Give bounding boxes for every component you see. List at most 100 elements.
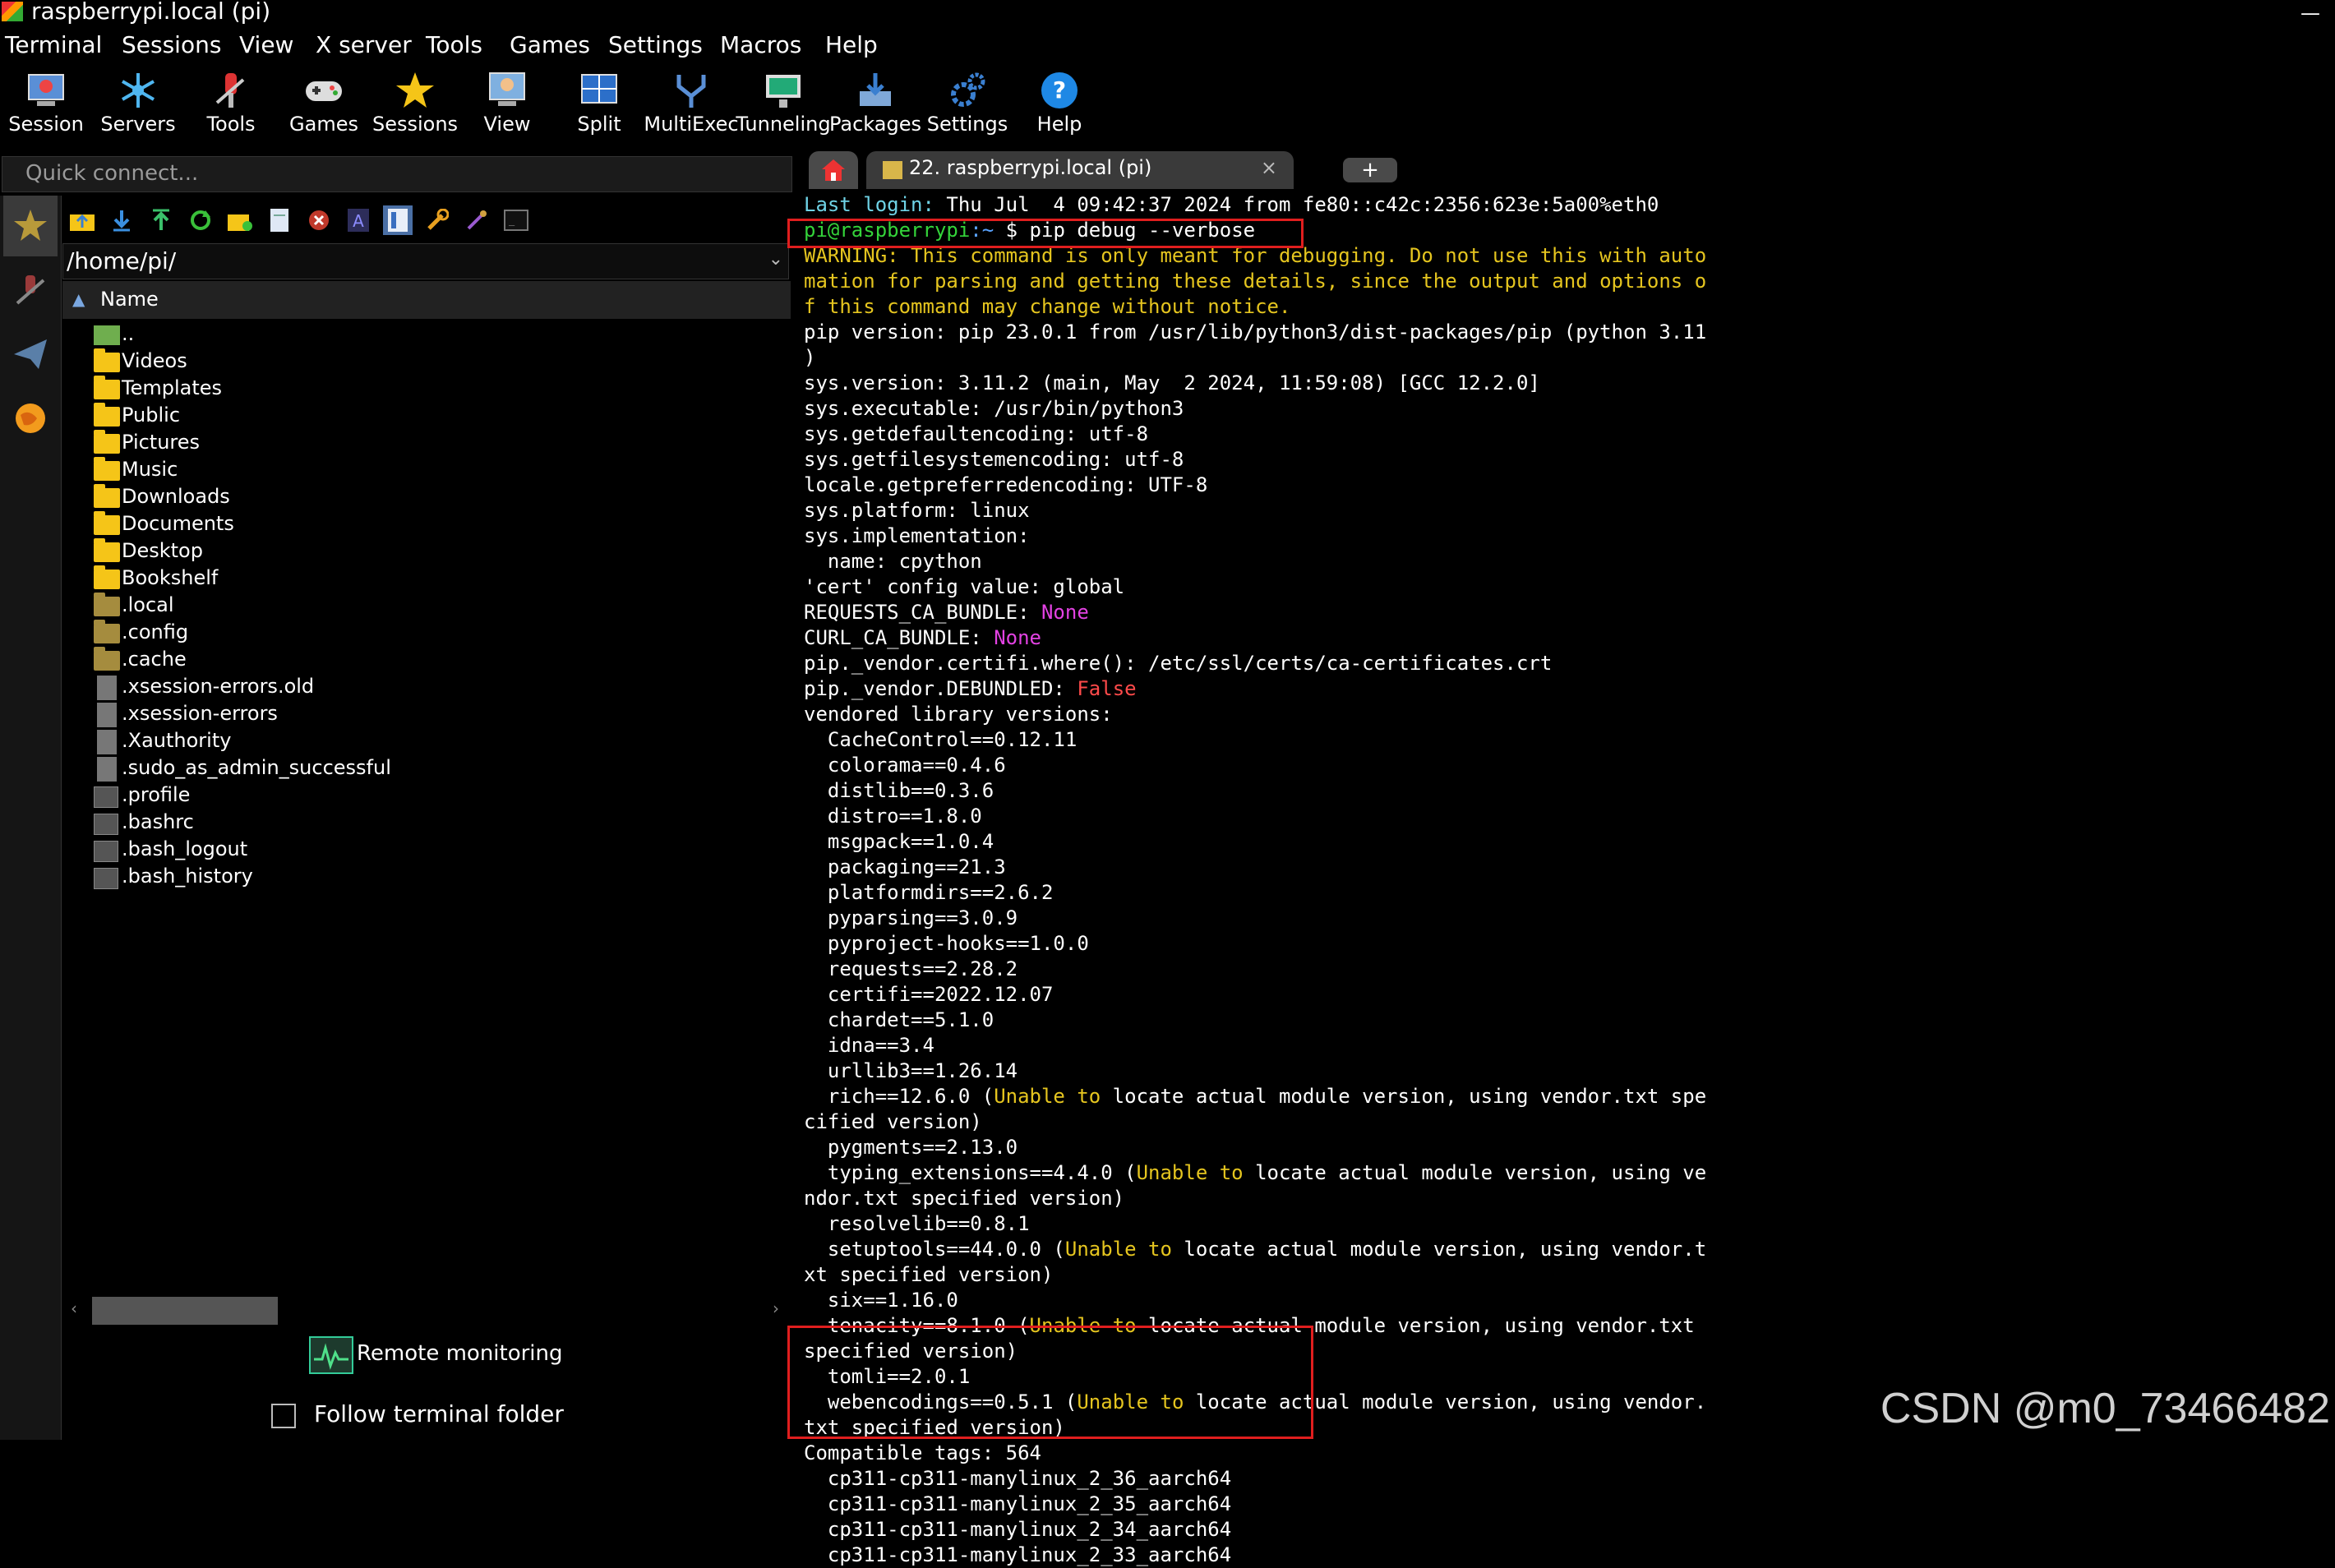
scroll-right-arrow-icon[interactable]: › bbox=[773, 1298, 779, 1318]
follow-terminal-folder-label: Follow terminal folder bbox=[314, 1400, 564, 1427]
rename-icon[interactable]: A bbox=[344, 205, 373, 235]
terminal-text-segment: requests==2.28.2 bbox=[804, 957, 1018, 980]
file-list-item[interactable]: .Xauthority bbox=[92, 729, 750, 756]
session-button[interactable]: Session bbox=[5, 67, 87, 145]
path-field[interactable]: /home/pi/ ⌄ bbox=[62, 243, 789, 279]
file-list-item[interactable]: Desktop bbox=[92, 538, 750, 566]
scrollbar-thumb[interactable] bbox=[92, 1297, 278, 1325]
remote-monitoring-button[interactable]: Remote monitoring bbox=[309, 1336, 638, 1374]
quick-connect-input[interactable] bbox=[24, 160, 767, 187]
terminal-line: typing_extensions==4.4.0 (Unable to loca… bbox=[804, 1160, 1706, 1186]
tunneling-button[interactable]: Tunneling bbox=[736, 67, 831, 145]
file-list-item[interactable]: Pictures bbox=[92, 430, 750, 458]
column-header-name[interactable]: ▲ Name bbox=[62, 281, 791, 319]
servers-button[interactable]: Servers bbox=[97, 67, 179, 145]
file-list-item[interactable]: .local bbox=[92, 593, 750, 620]
menu-terminal[interactable]: Terminal bbox=[5, 31, 102, 58]
terminal-text-segment: rich==12.6.0 ( bbox=[804, 1085, 994, 1108]
file-name: .bashrc bbox=[122, 810, 194, 833]
parent-folder-icon[interactable] bbox=[67, 205, 97, 235]
toggle-hidden-files-icon[interactable] bbox=[383, 205, 413, 235]
file-list-item[interactable]: Music bbox=[92, 457, 750, 485]
file-list-item[interactable]: .sudo_as_admin_successful bbox=[92, 756, 750, 783]
download-icon[interactable] bbox=[107, 205, 136, 235]
home-tab[interactable] bbox=[809, 151, 858, 189]
terminal-line: rich==12.6.0 (Unable to locate actual mo… bbox=[804, 1084, 1706, 1109]
open-with-icon[interactable] bbox=[462, 205, 491, 235]
split-button[interactable]: Split bbox=[558, 67, 640, 145]
gear-icon bbox=[946, 69, 989, 112]
delete-icon[interactable] bbox=[304, 205, 334, 235]
permissions-wrench-icon[interactable] bbox=[422, 205, 452, 235]
file-icon bbox=[94, 786, 118, 808]
file-list-item[interactable]: .xsession-errors.old bbox=[92, 675, 750, 702]
sftp-tab[interactable] bbox=[3, 388, 58, 449]
file-list-item[interactable]: .xsession-errors bbox=[92, 702, 750, 729]
file-list-item[interactable]: .bash_history bbox=[92, 865, 750, 892]
file-list-item[interactable]: .config bbox=[92, 620, 750, 648]
svg-text:_: _ bbox=[509, 214, 515, 226]
file-list-item[interactable]: .. bbox=[92, 322, 750, 349]
new-folder-icon[interactable] bbox=[225, 205, 255, 235]
file-list-item[interactable]: .cache bbox=[92, 647, 750, 675]
file-list-item[interactable]: .profile bbox=[92, 783, 750, 810]
terminal-text-segment: sys.getdefaultencoding: utf-8 bbox=[804, 422, 1149, 445]
scroll-left-arrow-icon[interactable]: ‹ bbox=[71, 1298, 77, 1318]
file-list-item[interactable]: .bashrc bbox=[92, 810, 750, 837]
new-file-icon[interactable] bbox=[265, 205, 294, 235]
terminal-line: resolvelib==0.8.1 bbox=[804, 1211, 1030, 1237]
macros-tab[interactable] bbox=[3, 324, 58, 385]
terminal-text-segment: typing_extensions==4.4.0 ( bbox=[804, 1161, 1137, 1184]
follow-terminal-folder-option[interactable]: Follow terminal folder bbox=[271, 1400, 682, 1433]
file-list-item[interactable]: Downloads bbox=[92, 484, 750, 512]
view-button[interactable]: View bbox=[466, 67, 548, 145]
tools-button[interactable]: Tools bbox=[190, 67, 272, 145]
refresh-icon[interactable] bbox=[186, 205, 215, 235]
terminal-icon[interactable]: _ bbox=[501, 205, 531, 235]
folder-icon bbox=[94, 593, 120, 616]
file-name: Music bbox=[122, 458, 178, 481]
terminal-line: six==1.16.0 bbox=[804, 1288, 958, 1313]
close-tab-icon[interactable]: × bbox=[1261, 156, 1277, 179]
sessions-star-tab[interactable] bbox=[3, 196, 58, 256]
terminal-line: sys.implementation: bbox=[804, 523, 1030, 549]
multiexec-button[interactable]: MultiExec bbox=[644, 67, 739, 145]
menu-x-server[interactable]: X server bbox=[316, 31, 412, 58]
terminal-line: packaging==21.3 bbox=[804, 855, 1006, 880]
help-button[interactable]: ? Help bbox=[1018, 67, 1101, 145]
upload-icon[interactable] bbox=[146, 205, 176, 235]
session-tab[interactable]: 22. raspberrypi.local (pi) × bbox=[866, 151, 1294, 189]
file-list-item[interactable]: Templates bbox=[92, 376, 750, 404]
minimize-button[interactable]: — bbox=[2300, 2, 2320, 25]
new-tab-button[interactable]: + bbox=[1343, 158, 1397, 182]
settings-button[interactable]: Settings bbox=[926, 67, 1008, 145]
menu-view[interactable]: View bbox=[239, 31, 293, 58]
terminal-text-segment: cified version) bbox=[804, 1110, 982, 1133]
terminal-text-segment: xt specified version) bbox=[804, 1263, 1054, 1286]
menu-games[interactable]: Games bbox=[510, 31, 590, 58]
games-button[interactable]: Games bbox=[283, 67, 365, 145]
sessions-button[interactable]: Sessions bbox=[372, 67, 458, 145]
menu-tools[interactable]: Tools bbox=[426, 31, 482, 58]
menu-macros[interactable]: Macros bbox=[720, 31, 801, 58]
menu-settings[interactable]: Settings bbox=[608, 31, 703, 58]
terminal-line: sys.platform: linux bbox=[804, 498, 1030, 523]
chevron-down-icon[interactable]: ⌄ bbox=[768, 249, 783, 270]
globe-icon bbox=[16, 404, 45, 433]
terminal-text-segment: sys.platform: linux bbox=[804, 499, 1030, 522]
tools-tab[interactable] bbox=[3, 260, 58, 321]
file-list-item[interactable]: .bash_logout bbox=[92, 837, 750, 865]
packages-button[interactable]: Packages bbox=[829, 67, 921, 145]
file-list-item[interactable]: Public bbox=[92, 403, 750, 431]
terminal-output[interactable]: Last login: Thu Jul 4 09:42:37 2024 from… bbox=[796, 193, 2335, 1566]
horizontal-scrollbar[interactable]: ‹ › bbox=[62, 1297, 791, 1325]
menu-help[interactable]: Help bbox=[825, 31, 878, 58]
file-list-item[interactable]: Videos bbox=[92, 348, 750, 376]
folder-icon bbox=[94, 647, 120, 671]
file-list-item[interactable]: Bookshelf bbox=[92, 565, 750, 593]
file-list-item[interactable]: Documents bbox=[92, 511, 750, 539]
menu-sessions[interactable]: Sessions bbox=[122, 31, 221, 58]
terminal-line: mation for parsing and getting these det… bbox=[804, 269, 1706, 294]
follow-terminal-folder-checkbox[interactable] bbox=[271, 1404, 296, 1428]
quick-connect-box bbox=[2, 156, 792, 192]
